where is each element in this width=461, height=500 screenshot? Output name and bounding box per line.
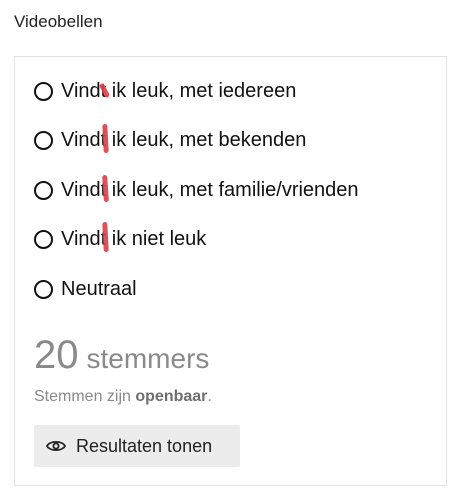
red-ink-mark	[102, 221, 109, 253]
visibility-note: Stemmen zijn openbaar.	[34, 388, 212, 405]
voter-count: 20 stemmers	[34, 333, 209, 378]
poll-option-3[interactable]: Vindt ik leuk, met familie/vrienden	[34, 174, 359, 204]
poll-option-label: Vindt ik niet leuk	[61, 221, 206, 253]
show-results-button[interactable]: Resultaten tonen	[34, 425, 240, 467]
poll-option-2[interactable]: Vindt ik leuk, met bekenden	[34, 123, 359, 155]
radio-button[interactable]	[34, 81, 53, 101]
eye-icon	[46, 440, 66, 452]
poll-title: Videobellen	[14, 12, 103, 31]
poll-option-label: Vindt ik leuk, met iedereen	[61, 79, 297, 102]
voter-count-unit: stemmers	[86, 343, 210, 374]
radio-button[interactable]	[34, 180, 53, 200]
show-results-label: Resultaten tonen	[76, 435, 213, 456]
radio-button[interactable]	[34, 131, 53, 150]
poll-option-5[interactable]: Neutraal	[34, 275, 359, 303]
voter-count-number: 20	[34, 333, 79, 377]
poll-option-4[interactable]: Vindt ik niet leuk	[34, 221, 359, 254]
radio-button[interactable]	[34, 279, 53, 299]
poll-option-label: Vindt ik leuk, met bekenden	[61, 123, 306, 154]
poll-options: Vindt ik leuk, met iedereen Vindt ik leu…	[34, 77, 359, 325]
visibility-value: openbaar	[135, 388, 208, 405]
radio-button[interactable]	[34, 230, 53, 249]
poll-card: Vindt ik leuk, met iedereen Vindt ik leu…	[14, 56, 447, 486]
poll-option-1[interactable]: Vindt ik leuk, met iedereen	[34, 77, 359, 105]
poll-option-label: Neutraal	[61, 277, 137, 300]
poll-option-label: Vindt ik leuk, met familie/vrienden	[61, 174, 359, 202]
